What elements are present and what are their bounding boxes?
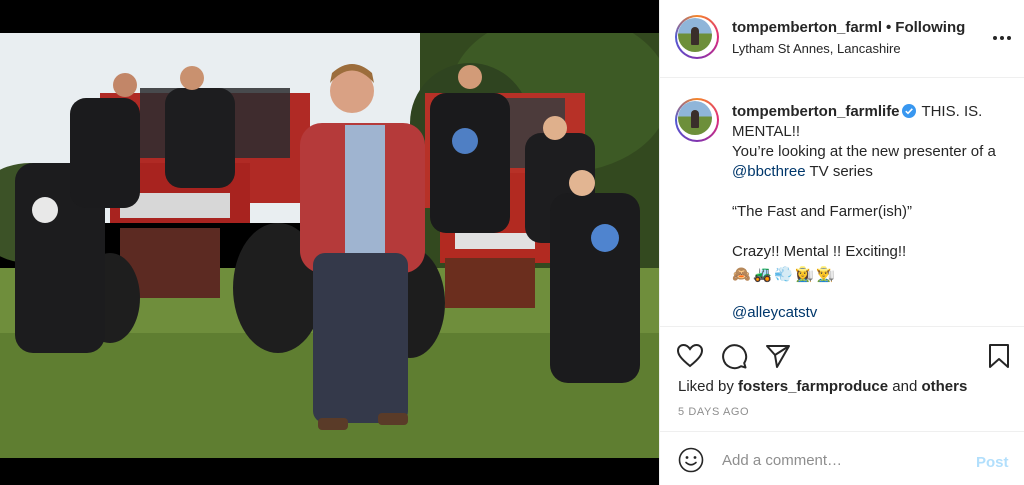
more-options-icon[interactable]	[991, 27, 1013, 49]
woman-farmer-emoji: 👩‍🌾	[795, 264, 814, 283]
caption-line-3: “The Fast and Farmer(ish)”	[732, 203, 913, 220]
mention-alleycatstv-link[interactable]: @alleycatstv	[732, 304, 817, 321]
liked-by-user-link[interactable]: fosters_farmproduce	[738, 378, 888, 395]
caption-emoji-row: 🙈 🚜 💨 👩‍🌾 👨‍🌾	[732, 264, 1012, 283]
header-username-row: tompemberton_farml • Following	[732, 19, 965, 36]
location-link[interactable]: Lytham St Annes, Lancashire	[732, 41, 901, 56]
caption-line-2-post: TV series	[805, 163, 873, 180]
caption-line-4: Crazy!! Mental !! Exciting!!	[732, 243, 907, 260]
verified-badge-icon	[901, 104, 916, 118]
liked-prefix: Liked by	[678, 378, 739, 395]
avatar-photo	[678, 18, 712, 52]
post-caption: tompemberton_farmlife THIS. IS. MENTAL!!…	[660, 79, 1024, 327]
mention-bbcthree-link[interactable]: @bbcthree	[732, 163, 806, 180]
add-comment-bar: Post	[660, 431, 1024, 485]
farm-photo-image	[0, 33, 659, 458]
caption-line-2-pre: You’re looking at the new presenter of a	[732, 143, 996, 160]
share-send-icon[interactable]	[764, 342, 792, 370]
post-comment-button[interactable]: Post	[976, 454, 1009, 471]
post-media[interactable]	[0, 0, 659, 485]
following-button[interactable]: Following	[895, 19, 965, 36]
caption-text: tompemberton_farmlife THIS. IS. MENTAL!!…	[732, 102, 1012, 323]
post-actions: Liked by fosters_farmproduce and others …	[660, 328, 1024, 428]
post-side-panel: tompemberton_farml • Following Lytham St A…	[659, 0, 1024, 485]
post-header: tompemberton_farml • Following Lytham St A…	[660, 0, 1024, 78]
emoji-smile-icon[interactable]	[678, 447, 704, 473]
author-avatar[interactable]	[675, 15, 719, 59]
heart-icon[interactable]	[676, 342, 704, 370]
comment-input[interactable]	[722, 446, 962, 474]
tractor-emoji: 🚜	[753, 264, 772, 283]
dash-emoji: 💨	[774, 264, 793, 283]
author-username-link[interactable]: tompemberton_farml	[732, 19, 882, 36]
header-separator: •	[886, 19, 892, 36]
bookmark-icon[interactable]	[985, 342, 1013, 370]
caption-author-avatar[interactable]	[675, 98, 719, 142]
avatar-photo	[678, 101, 712, 135]
post-timestamp[interactable]: 5 DAYS AGO	[678, 406, 749, 418]
monkey-emoji: 🙈	[732, 264, 751, 283]
liked-others-link[interactable]: others	[921, 378, 967, 395]
liked-by-text: Liked by fosters_farmproduce and others	[678, 378, 967, 395]
post-photo[interactable]	[0, 33, 659, 458]
liked-mid: and	[888, 378, 922, 395]
caption-username-link[interactable]: tompemberton_farmlife	[732, 103, 900, 120]
comment-bubble-icon[interactable]	[720, 342, 748, 370]
man-farmer-emoji: 👨‍🌾	[816, 264, 835, 283]
